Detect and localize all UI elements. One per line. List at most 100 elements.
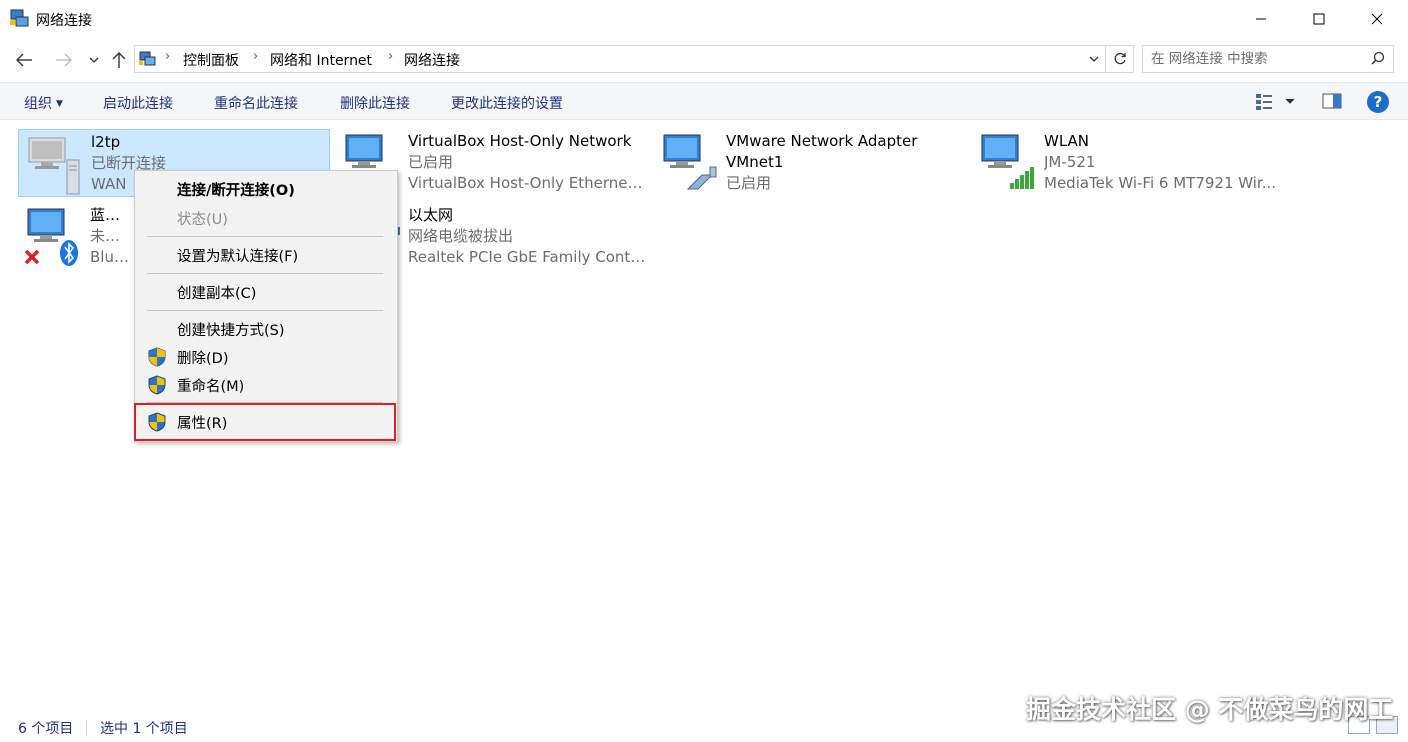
search-icon — [1371, 51, 1385, 65]
connection-details: 蓝牙网 未连接 Blueto — [90, 205, 134, 268]
breadcrumb-network-connections[interactable]: 网络连接 — [404, 50, 460, 70]
connection-name: WLAN — [1044, 132, 1090, 150]
selected-count: 选中 1 个项目 — [100, 721, 188, 737]
arrow-left-icon — [16, 53, 32, 67]
network-adapter-icon — [663, 134, 717, 190]
control-panel-icon — [139, 51, 156, 66]
menu-item-delete[interactable]: 删除(D) — [137, 344, 395, 370]
menu-item-label: 创建快捷方式(S) — [177, 323, 285, 339]
preview-pane-button[interactable] — [1322, 91, 1342, 115]
connection-details: VMware Network Adapter VMnet1 已启用 — [726, 131, 946, 194]
connection-status: 未连接 — [90, 227, 134, 245]
organize-menu[interactable]: 组织 ▼ — [24, 93, 63, 113]
maximize-icon — [1313, 13, 1325, 25]
arrow-right-icon — [56, 53, 72, 67]
menu-item-properties[interactable]: 属性(R) — [137, 409, 395, 435]
organize-label: 组织 — [24, 96, 52, 112]
menu-item-label: 状态(U) — [177, 212, 228, 228]
menu-separator — [147, 310, 383, 311]
connection-name: 以太网 — [408, 206, 454, 224]
window-title: 网络连接 — [36, 13, 92, 29]
caret-down-icon: ▼ — [56, 99, 63, 109]
refresh-button[interactable] — [1106, 45, 1134, 73]
address-bar[interactable]: › 控制面板 › 网络和 Internet › 网络连接 — [134, 45, 1106, 73]
breadcrumb-network-internet[interactable]: 网络和 Internet — [270, 50, 372, 70]
status-separator — [86, 720, 87, 736]
network-connections-icon — [10, 9, 29, 27]
connection-status: JM-521 — [1044, 153, 1096, 171]
connection-status: 网络电缆被拔出 — [408, 227, 514, 245]
help-button[interactable]: ? — [1367, 91, 1389, 113]
chevron-down-icon — [1089, 56, 1099, 62]
rename-connection-button[interactable]: 重命名此连接 — [214, 93, 298, 113]
breadcrumb-control-panel[interactable]: 控制面板 — [183, 50, 239, 70]
connection-device: Blueto — [90, 248, 134, 266]
connection-device: VirtualBox Host-Only Ethernet ... — [408, 174, 648, 192]
title-bar: 网络连接 — [0, 0, 1408, 38]
refresh-icon — [1114, 52, 1126, 65]
menu-item-label: 删除(D) — [177, 351, 229, 367]
menu-separator — [147, 236, 383, 237]
context-menu: 连接/断开连接(O) 状态(U) 设置为默认连接(F) 创建副本(C) 创建快捷… — [134, 170, 398, 442]
minimize-button[interactable] — [1232, 0, 1290, 38]
menu-item-label: 设置为默认连接(F) — [177, 249, 299, 265]
menu-item-label: 连接/断开连接(O) — [177, 183, 295, 199]
forward-button[interactable] — [52, 48, 76, 72]
maximize-button[interactable] — [1290, 0, 1348, 38]
menu-item-rename[interactable]: 重命名(M) — [137, 372, 395, 398]
preview-pane-icon — [1322, 93, 1342, 109]
connection-device: MediaTek Wi-Fi 6 MT7921 Wir... — [1044, 174, 1277, 192]
connection-details: 以太网 网络电缆被拔出 Realtek PCIe GbE Family Cont… — [408, 205, 648, 268]
vpn-connection-icon — [28, 137, 80, 195]
start-connection-button[interactable]: 启动此连接 — [103, 93, 173, 113]
connection-details: WLAN JM-521 MediaTek Wi-Fi 6 MT7921 Wir.… — [1044, 131, 1284, 194]
menu-item-status: 状态(U) — [137, 205, 395, 231]
command-bar: 组织 ▼ 启动此连接 重命名此连接 删除此连接 更改此连接的设置 ? — [0, 82, 1408, 120]
connection-name: l2tp — [91, 133, 121, 151]
connection-status: 已启用 — [726, 174, 772, 192]
breadcrumb-separator: › — [165, 49, 171, 64]
breadcrumb-separator: › — [388, 49, 394, 64]
connection-item-vmware[interactable]: VMware Network Adapter VMnet1 已启用 — [654, 129, 966, 197]
connection-name: VMware Network Adapter VMnet1 — [726, 132, 918, 171]
change-settings-button[interactable]: 更改此连接的设置 — [451, 93, 563, 113]
item-count: 6 个项目 — [18, 721, 74, 737]
minimize-icon — [1256, 18, 1266, 20]
menu-separator — [147, 273, 383, 274]
shield-icon — [148, 412, 166, 432]
shield-icon — [148, 347, 166, 367]
close-button[interactable] — [1348, 0, 1406, 38]
shield-icon — [148, 375, 166, 395]
watermark: 掘金技术社区 @ 不做菜鸟的网工 — [1026, 695, 1394, 724]
close-icon — [1371, 13, 1383, 25]
wifi-adapter-icon — [981, 134, 1034, 189]
connection-name: VirtualBox Host-Only Network — [408, 132, 632, 150]
chevron-down-icon — [89, 57, 99, 63]
address-dropdown-button[interactable] — [1083, 46, 1105, 72]
view-options-icon — [1256, 94, 1295, 110]
recent-locations-button[interactable] — [82, 48, 106, 72]
menu-item-connect-disconnect[interactable]: 连接/断开连接(O) — [137, 176, 395, 202]
menu-item-create-shortcut[interactable]: 创建快捷方式(S) — [137, 316, 395, 342]
help-icon: ? — [1373, 93, 1383, 111]
connection-name: 蓝牙网 — [90, 206, 134, 224]
connection-device: Realtek PCIe GbE Family Contr... — [408, 248, 648, 266]
menu-separator — [147, 402, 383, 403]
change-view-button[interactable] — [1255, 91, 1295, 115]
menu-item-label: 创建副本(C) — [177, 286, 257, 302]
menu-item-set-default[interactable]: 设置为默认连接(F) — [137, 242, 395, 268]
back-button[interactable] — [12, 48, 36, 72]
arrow-up-icon — [112, 52, 126, 68]
delete-connection-button[interactable]: 删除此连接 — [340, 93, 410, 113]
search-box[interactable] — [1142, 45, 1394, 73]
connection-details: VirtualBox Host-Only Network 已启用 Virtual… — [408, 131, 648, 194]
menu-item-create-copy[interactable]: 创建副本(C) — [137, 279, 395, 305]
search-input[interactable] — [1151, 49, 1361, 69]
menu-item-label: 属性(R) — [177, 416, 228, 432]
bluetooth-adapter-icon — [24, 208, 78, 266]
connection-status: 已启用 — [408, 153, 454, 171]
menu-item-label: 重命名(M) — [177, 379, 245, 395]
up-button[interactable] — [107, 48, 131, 72]
connection-item-wlan[interactable]: WLAN JM-521 MediaTek Wi-Fi 6 MT7921 Wir.… — [972, 129, 1284, 197]
breadcrumb-separator: › — [253, 49, 259, 64]
